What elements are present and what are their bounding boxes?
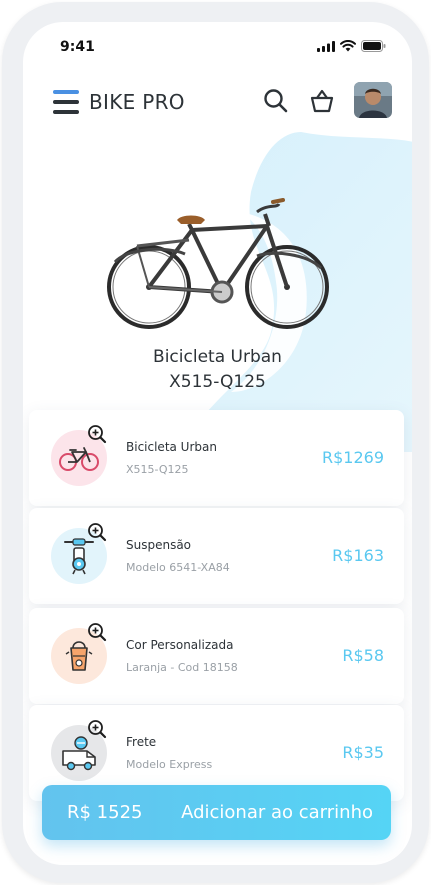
app-screen: 9:41 BIKE PRO Bicicleta Urban X515-Q125 … <box>23 22 412 865</box>
item-subtitle: X515-Q125 <box>126 463 189 476</box>
shopping-basket-icon[interactable] <box>309 88 335 114</box>
list-item[interactable]: Suspensão Modelo 6541-XA84 R$163 <box>29 508 404 604</box>
item-price: R$1269 <box>321 448 384 467</box>
menu-line-icon <box>53 110 79 114</box>
add-to-cart-label: Adicionar ao carrinho <box>181 802 373 823</box>
item-price: R$163 <box>332 546 384 565</box>
item-subtitle: Modelo Express <box>126 758 213 771</box>
item-subtitle: Modelo 6541-XA84 <box>126 561 230 574</box>
item-title: Bicicleta Urban <box>126 440 217 454</box>
wifi-icon <box>340 40 356 52</box>
item-price: R$35 <box>342 743 384 762</box>
cellular-signal-icon <box>317 40 335 52</box>
user-avatar[interactable] <box>354 82 392 118</box>
hamburger-menu-button[interactable] <box>53 90 79 114</box>
product-code: X515-Q125 <box>169 372 266 392</box>
zoom-in-icon[interactable] <box>87 522 107 542</box>
phone-frame: 9:41 BIKE PRO Bicicleta Urban X515-Q125 … <box>2 2 429 883</box>
cart-total: R$ 1525 <box>67 802 143 823</box>
zoom-in-icon[interactable] <box>87 719 107 739</box>
add-to-cart-button[interactable]: R$ 1525 Adicionar ao carrinho <box>42 785 391 840</box>
item-price: R$58 <box>342 646 384 665</box>
zoom-in-icon[interactable] <box>87 622 107 642</box>
zoom-in-icon[interactable] <box>87 424 107 444</box>
app-header: BIKE PRO <box>23 82 412 122</box>
list-item[interactable]: Cor Personalizada Laranja - Cod 18158 R$… <box>29 608 404 704</box>
status-time: 9:41 <box>60 39 95 55</box>
bicycle-image <box>107 198 329 329</box>
status-bar: 9:41 <box>23 36 412 56</box>
menu-line-icon <box>53 100 79 104</box>
battery-icon <box>361 40 386 52</box>
product-name: Bicicleta Urban <box>153 347 282 367</box>
menu-line-icon <box>53 90 79 94</box>
avatar-image <box>354 82 392 118</box>
item-title: Frete <box>126 735 157 749</box>
brand-title: BIKE PRO <box>89 90 185 114</box>
item-title: Cor Personalizada <box>126 638 234 652</box>
list-item[interactable]: Bicicleta Urban X515-Q125 R$1269 <box>29 410 404 506</box>
search-icon[interactable] <box>263 88 289 114</box>
item-title: Suspensão <box>126 538 192 552</box>
item-subtitle: Laranja - Cod 18158 <box>126 661 238 674</box>
status-icons <box>317 40 386 52</box>
